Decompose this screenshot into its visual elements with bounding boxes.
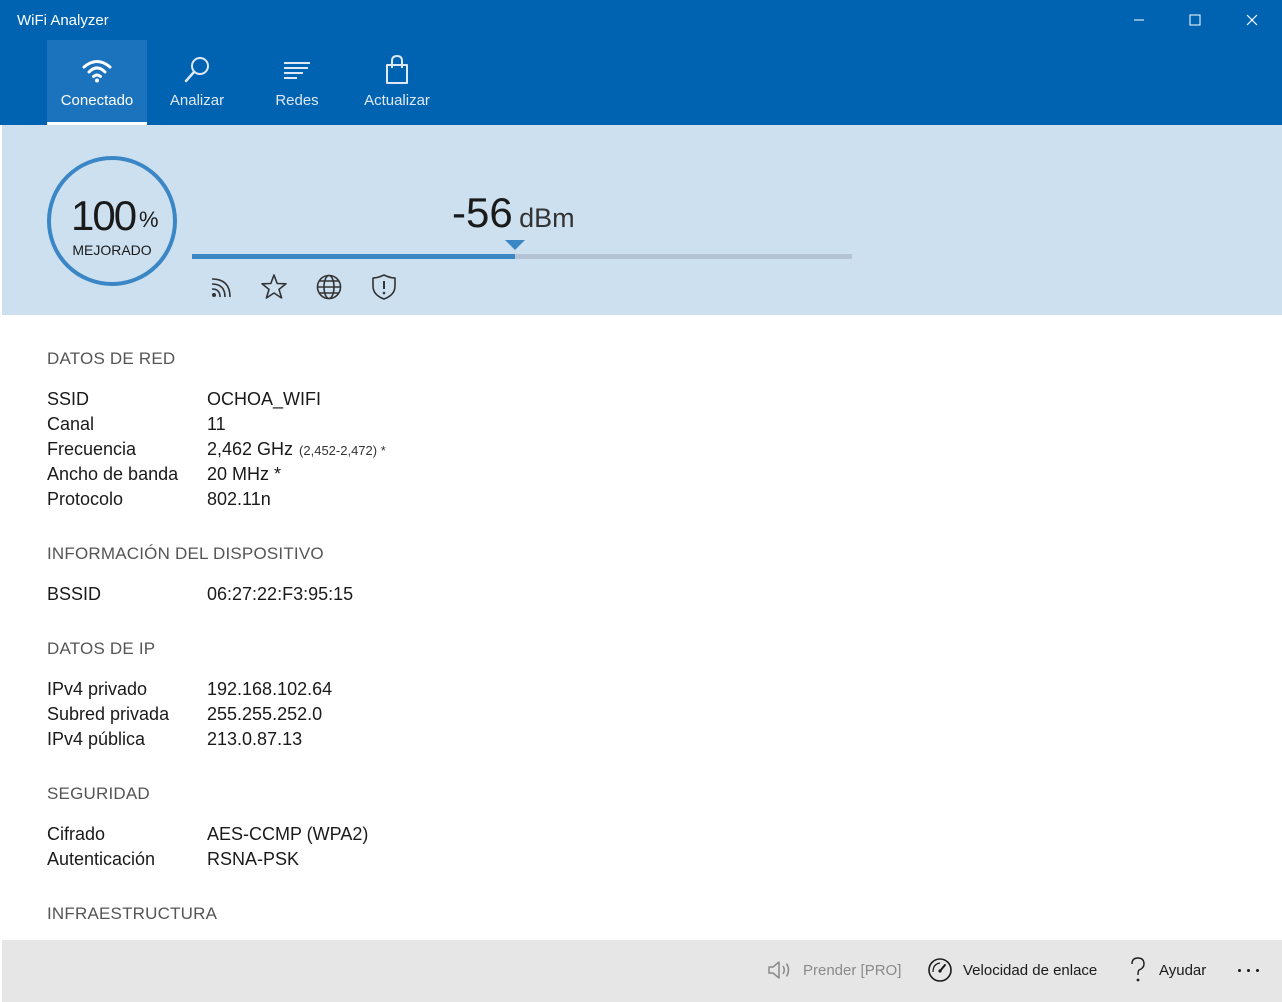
detail-row-ssid: SSID OCHOA_WIFI [47,389,747,413]
ellipsis-dot [1237,968,1241,972]
tab-actualizar[interactable]: Actualizar [347,40,447,125]
title-bar: WiFi Analyzer [0,0,1282,40]
row-value: 06:27:22:F3:95:15 [207,584,354,604]
signal-meter-marker [505,240,526,250]
row-label: Frecuencia [47,439,137,459]
wifi-icon [82,60,112,83]
section-title-infrastructure: INFRAESTRUCTURA [47,904,218,923]
signal-panel: 100 % MEJORADO -56 dBm [2,125,1282,315]
section-title-network: DATOS DE RED [47,349,176,368]
speaker-icon [768,961,790,979]
detail-row-bandwidth: Ancho de banda 20 MHz * [47,464,747,488]
detail-row-public-ipv4: IPv4 pública 213.0.87.13 [47,729,747,753]
tab-label: Conectado [60,92,134,109]
row-value-group: 2,462 GHz (2,452-2,472) * [207,439,386,460]
maximize-icon [1189,14,1201,26]
tab-redes[interactable]: Redes [247,40,347,125]
row-label: Ancho de banda [47,464,179,484]
star-icon[interactable] [260,273,288,301]
help-button[interactable]: Ayudar [1127,954,1206,986]
signal-strength-readout: -56 dBm [452,189,575,237]
detail-row-cipher: Cifrado AES-CCMP (WPA2) [47,824,747,848]
signal-quality-value: 100 [71,192,137,239]
row-label: Subred privada [47,704,170,724]
speedometer-icon [928,958,952,982]
nav-bar: Conectado Analizar Redes Actualizar [0,40,1282,125]
row-label: Autenticación [47,849,156,869]
command-bar: Prender [PRO] Velocidad de enlace Ayudar [2,940,1282,1002]
row-value: 20 MHz * [207,464,282,484]
signal-meter-track [192,254,852,259]
shopping-bag-icon [386,54,408,84]
row-value: RSNA-PSK [207,849,300,869]
tab-label: Analizar [169,92,225,109]
signal-meter-fill [192,254,516,259]
tab-conectado[interactable]: Conectado [47,40,147,125]
detail-row-bssid: BSSID 06:27:22:F3:95:15 [47,584,747,608]
shield-icon[interactable] [370,273,398,301]
signal-quality-unit: % [139,207,159,232]
detail-row-channel: Canal 11 [47,414,747,438]
magnifier-icon [184,57,209,83]
detail-row-authentication: Autenticación RSNA-PSK [47,849,747,873]
link-speed-label: Velocidad de enlace [963,961,1098,979]
minimize-icon [1134,19,1144,21]
row-value: 213.0.87.13 [207,729,303,749]
app-title: WiFi Analyzer [17,12,109,29]
tab-analizar[interactable]: Analizar [147,40,247,125]
minimize-button[interactable] [1111,0,1167,40]
ellipsis-dot [1255,968,1259,972]
row-label: IPv4 privado [47,679,148,699]
close-icon [1246,14,1258,26]
more-options-button[interactable] [1228,954,1268,986]
row-value: OCHOA_WIFI [207,389,322,409]
wifi-signal-icon[interactable] [208,273,236,301]
maximize-button[interactable] [1167,0,1223,40]
row-value: AES-CCMP (WPA2) [207,824,369,844]
section-title-security: SEGURIDAD [47,784,150,803]
close-button[interactable] [1224,0,1280,40]
row-value: 192.168.102.64 [207,679,333,699]
speak-label: Prender [PRO] [803,961,902,979]
section-title-ip: DATOS DE IP [47,639,156,658]
detail-row-private-subnet: Subred privada 255.255.252.0 [47,704,747,728]
row-note: (2,452-2,472) * [299,443,386,458]
row-label: IPv4 pública [47,729,146,749]
globe-icon[interactable] [315,273,343,301]
row-label: BSSID [47,584,102,604]
signal-quality-gauge: 100 % MEJORADO [47,156,177,286]
link-speed-button[interactable]: Velocidad de enlace [927,954,1097,986]
row-label: Cifrado [47,824,106,844]
row-label: SSID [47,389,90,409]
row-value: 2,462 GHz [207,439,294,459]
dbm-unit: dBm [519,203,575,233]
help-label: Ayudar [1159,961,1207,979]
section-title-device: INFORMACIÓN DEL DISPOSITIVO [47,544,324,563]
dbm-value: -56 [452,189,513,236]
tab-label: Redes [275,92,319,109]
ellipsis-dot [1246,968,1250,972]
detail-row-protocol: Protocolo 802.11n [47,489,747,513]
row-label: Canal [47,414,95,434]
signal-quality-caption: MEJORADO [72,242,152,258]
detail-row-frequency: Frecuencia 2,462 GHz (2,452-2,472) * [47,439,747,463]
detail-row-private-ipv4: IPv4 privado 192.168.102.64 [47,679,747,703]
speak-button[interactable]: Prender [PRO] [767,954,901,986]
row-label: Protocolo [47,489,124,509]
row-value: 11 [207,414,226,434]
question-mark-icon [1131,957,1145,982]
list-icon [284,62,310,79]
row-value: 802.11n [207,489,271,509]
row-value: 255.255.252.0 [207,704,323,724]
tab-label: Actualizar [364,92,430,109]
